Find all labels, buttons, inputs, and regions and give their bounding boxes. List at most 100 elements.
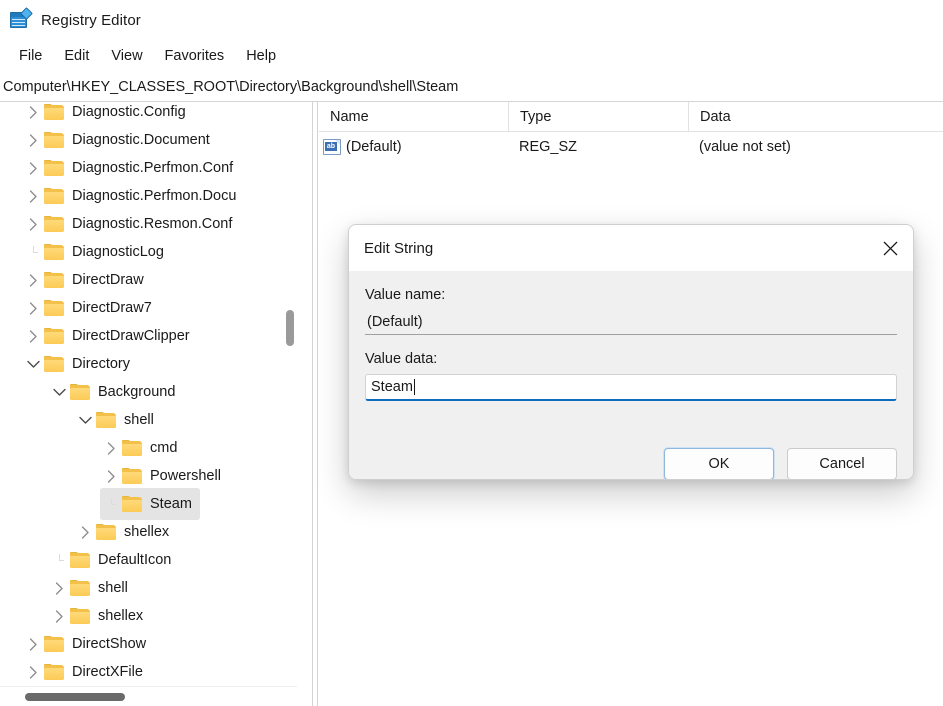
chevron-right-icon[interactable] [22,658,44,686]
tree-item-background[interactable]: Background [0,378,297,406]
menu-item-edit[interactable]: Edit [53,45,100,67]
tree-leaf-spacer [22,238,44,266]
ok-button[interactable]: OK [664,448,774,479]
menu-item-file[interactable]: File [8,45,53,67]
tree-item-directory[interactable]: Directory [0,350,297,378]
text-caret [413,379,415,395]
tree-item-label: shellex [124,524,170,540]
chevron-right-icon[interactable] [48,602,70,630]
menu-item-help[interactable]: Help [235,45,287,67]
folder-icon [70,551,91,569]
cancel-button[interactable]: Cancel [787,448,897,479]
chevron-right-icon[interactable] [100,434,122,462]
title-bar: Registry Editor [0,0,943,40]
column-header-type[interactable]: Type [508,102,688,132]
tree-item-directdraw[interactable]: DirectDraw [0,266,297,294]
column-header-data[interactable]: Data [688,102,943,132]
address-path: Computer\HKEY_CLASSES_ROOT\Directory\Bac… [3,78,459,95]
tree-item-diagnosticlog[interactable]: DiagnosticLog [0,238,297,266]
chevron-right-icon[interactable] [22,294,44,322]
chevron-right-icon[interactable] [74,518,96,546]
chevron-right-icon[interactable] [22,126,44,154]
tree-item-label: DiagnosticLog [72,244,164,260]
tree-item-cmd[interactable]: cmd [0,434,297,462]
tree-vertical-scrollbar[interactable] [282,102,297,686]
tree-item-label: DefaultIcon [98,552,172,568]
pane-splitter[interactable] [312,102,318,706]
tree-item-defaulticon[interactable]: DefaultIcon [0,546,297,574]
tree-item-shellex[interactable]: shellex [0,602,297,630]
close-icon[interactable] [867,225,913,271]
menu-item-view[interactable]: View [100,45,153,67]
folder-icon [44,159,65,177]
value-name-input[interactable]: (Default) [365,310,897,335]
tree-item-diagnostic-document[interactable]: Diagnostic.Document [0,126,297,154]
chevron-right-icon[interactable] [22,210,44,238]
tree-horizontal-scrollbar-thumb[interactable] [25,693,125,701]
registry-editor-icon [10,7,33,31]
tree-item-label: Steam [150,496,192,512]
value-data-input-text: Steam [371,379,413,395]
tree-item-diagnostic-config[interactable]: Diagnostic.Config [0,102,297,126]
value-data-input[interactable]: Steam [365,374,897,401]
value-type-cell: REG_SZ [519,139,578,155]
folder-icon [44,131,65,149]
chevron-right-icon[interactable] [100,462,122,490]
tree-item-directxfile[interactable]: DirectXFile [0,658,297,686]
chevron-right-icon[interactable] [22,322,44,350]
tree-item-hit[interactable]: DirectXFile [22,656,151,686]
column-header-name[interactable]: Name [319,102,508,132]
folder-icon [44,635,65,653]
tree-item-directshow[interactable]: DirectShow [0,630,297,658]
tree-item-label: Directory [72,356,131,372]
tree-item-diagnostic-resmon-conf[interactable]: Diagnostic.Resmon.Conf [0,210,297,238]
dialog-body: Value name: (Default) Value data: Steam … [349,287,913,479]
chevron-right-icon[interactable] [22,266,44,294]
chevron-right-icon[interactable] [22,102,44,126]
value-data-cell: (value not set) [699,139,791,155]
folder-icon [96,523,117,541]
folder-icon [44,215,65,233]
chevron-right-icon[interactable] [22,154,44,182]
folder-icon [122,467,143,485]
folder-icon [70,579,91,597]
folder-icon [70,383,91,401]
tree-leaf-spacer [100,490,122,518]
table-row[interactable]: ab (Default) REG_SZ (value not set) [319,132,943,162]
tree-item-label: DirectShow [72,636,147,652]
tree-item-directdrawclipper[interactable]: DirectDrawClipper [0,322,297,350]
tree-item-shellex[interactable]: shellex [0,518,297,546]
tree-vertical-scrollbar-thumb[interactable] [286,310,294,346]
menu-item-favorites[interactable]: Favorites [154,45,236,67]
tree-item-shell[interactable]: shell [0,574,297,602]
tree-item-label: Background [98,384,176,400]
chevron-down-icon[interactable] [48,378,70,406]
tree-item-diagnostic-perfmon-conf[interactable]: Diagnostic.Perfmon.Conf [0,154,297,182]
tree-item-directdraw7[interactable]: DirectDraw7 [0,294,297,322]
tree-item-label: DirectDraw [72,272,144,288]
chevron-down-icon[interactable] [74,406,96,434]
values-column-header: Name Type Data [319,102,943,132]
registry-tree: Diagnostic.Config Diagnostic.Document Diag… [0,102,297,686]
tree-item-steam[interactable]: Steam [0,488,297,520]
tree-item-shell[interactable]: shell [0,406,297,434]
tree-item-powershell[interactable]: Powershell [0,462,297,490]
address-bar[interactable]: Computer\HKEY_CLASSES_ROOT\Directory\Bac… [0,72,943,102]
chevron-right-icon[interactable] [22,182,44,210]
tree-item-diagnostic-perfmon-docu[interactable]: Diagnostic.Perfmon.Docu [0,182,297,210]
chevron-right-icon[interactable] [22,630,44,658]
tree-horizontal-scrollbar[interactable] [0,686,297,706]
chevron-right-icon[interactable] [48,574,70,602]
folder-icon [44,355,65,373]
chevron-down-icon[interactable] [22,350,44,378]
dialog-button-row: OK Cancel [664,448,897,479]
tree-item-label: Diagnostic.Perfmon.Conf [72,160,234,176]
dialog-title-bar: Edit String [349,225,913,271]
